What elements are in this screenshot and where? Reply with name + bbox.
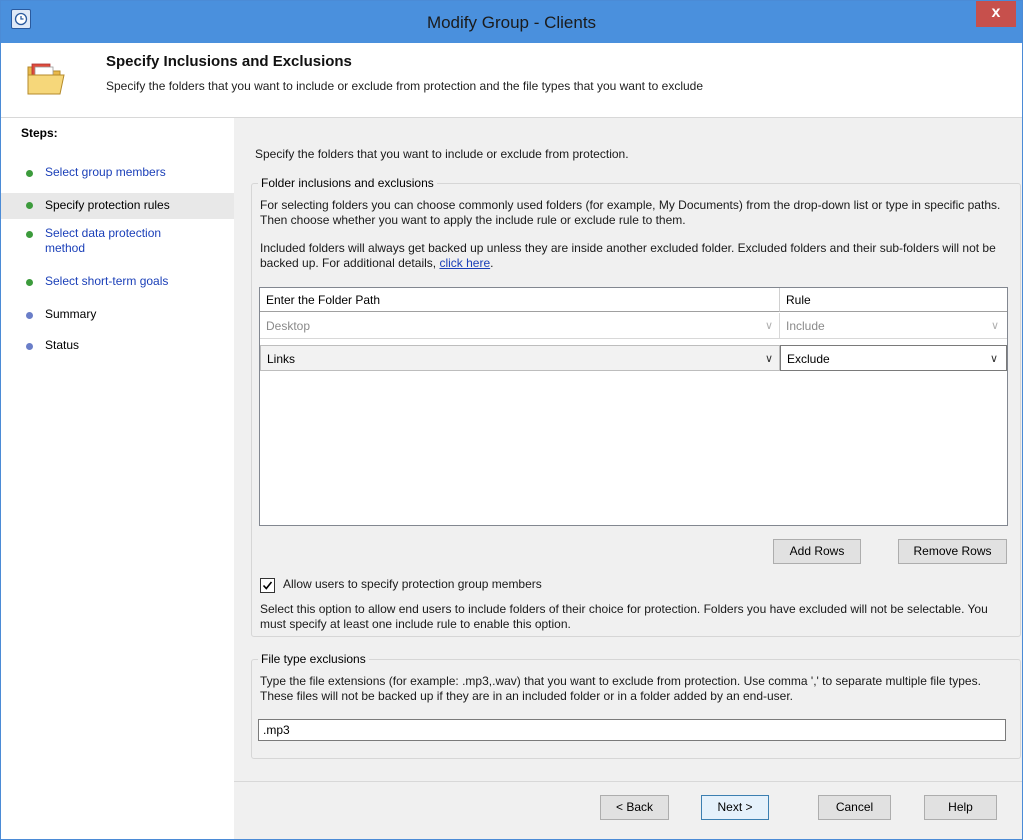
chevron-down-icon[interactable]: ∨ xyxy=(765,346,773,372)
step-label[interactable]: Select group members xyxy=(45,165,225,180)
step-label[interactable]: Select data protection method xyxy=(45,226,195,256)
step-label: Specify protection rules xyxy=(45,198,170,212)
back-button[interactable]: < Back xyxy=(600,795,669,820)
step-status-dot xyxy=(26,231,33,238)
rule-cell[interactable]: Include ∨ xyxy=(780,313,1007,339)
chevron-down-icon[interactable]: ∨ xyxy=(991,313,999,339)
rule-value: Exclude xyxy=(787,352,830,366)
column-header-rule[interactable]: Rule xyxy=(780,288,1007,312)
file-extensions-input[interactable]: .mp3 xyxy=(258,719,1006,741)
header-title: Specify Inclusions and Exclusions xyxy=(106,53,352,70)
remove-rows-button[interactable]: Remove Rows xyxy=(898,539,1007,564)
wizard-header: Specify Inclusions and Exclusions Specif… xyxy=(1,43,1022,118)
step-label: Summary xyxy=(45,307,97,321)
dialog-window: Modify Group - Clients x Specify Inclusi… xyxy=(0,0,1023,840)
column-header-path[interactable]: Enter the Folder Path xyxy=(260,288,780,312)
path-cell[interactable]: Desktop ∨ xyxy=(260,313,780,339)
steps-panel: Steps: Select group members Specify prot… xyxy=(1,118,234,839)
folder-rules-grid: Enter the Folder Path Rule Desktop ∨ Inc… xyxy=(259,287,1008,526)
click-here-link[interactable]: click here xyxy=(439,256,490,270)
window-title: Modify Group - Clients xyxy=(426,13,597,32)
title-bar: Modify Group - Clients x xyxy=(1,1,1022,43)
folder-icon xyxy=(26,61,66,100)
step-label[interactable]: Select short-term goals xyxy=(45,274,225,289)
step-status-dot xyxy=(26,279,33,286)
header-subtitle: Specify the folders that you want to inc… xyxy=(106,79,704,93)
next-button[interactable]: Next > xyxy=(701,795,769,820)
close-button[interactable]: x xyxy=(976,1,1016,27)
steps-heading: Steps: xyxy=(21,126,58,140)
path-value: Links xyxy=(267,352,296,366)
allow-users-desc: Select this option to allow end users to… xyxy=(260,602,988,631)
add-rows-button[interactable]: Add Rows xyxy=(773,539,861,564)
step-status-dot xyxy=(26,202,33,209)
rule-value: Include xyxy=(786,319,825,333)
intro-text: Specify the folders that you want to inc… xyxy=(255,147,629,161)
step-status-dot xyxy=(26,170,33,177)
path-cell[interactable]: Links ∨ xyxy=(260,345,780,371)
allow-users-label[interactable]: Allow users to specify protection group … xyxy=(283,577,542,592)
step-label: Status xyxy=(45,338,80,352)
file-type-desc: Type the file extensions (for example: .… xyxy=(260,674,981,703)
rule-cell[interactable]: Exclude ∨ xyxy=(780,345,1007,371)
allow-users-checkbox[interactable] xyxy=(260,578,275,593)
desc-2-period: . xyxy=(490,256,494,270)
folder-group-desc-1: For selecting folders you can choose com… xyxy=(260,198,1001,227)
chevron-down-icon[interactable]: ∨ xyxy=(990,346,998,372)
folder-group-title: Folder inclusions and exclusions xyxy=(258,176,437,190)
file-type-group-title: File type exclusions xyxy=(258,652,369,666)
folder-group-desc-2: Included folders will always get backed … xyxy=(260,241,1010,271)
help-button[interactable]: Help xyxy=(924,795,997,820)
step-status-dot xyxy=(26,343,33,350)
content-panel: Specify the folders that you want to inc… xyxy=(234,118,1022,839)
step-status-dot xyxy=(26,312,33,319)
step-specify-protection-rules: Specify protection rules xyxy=(1,193,234,219)
chevron-down-icon[interactable]: ∨ xyxy=(765,313,773,339)
footer-divider xyxy=(234,781,1022,782)
cancel-button[interactable]: Cancel xyxy=(818,795,891,820)
desc-2-text: Included folders will always get backed … xyxy=(260,241,996,270)
path-value: Desktop xyxy=(266,319,311,333)
